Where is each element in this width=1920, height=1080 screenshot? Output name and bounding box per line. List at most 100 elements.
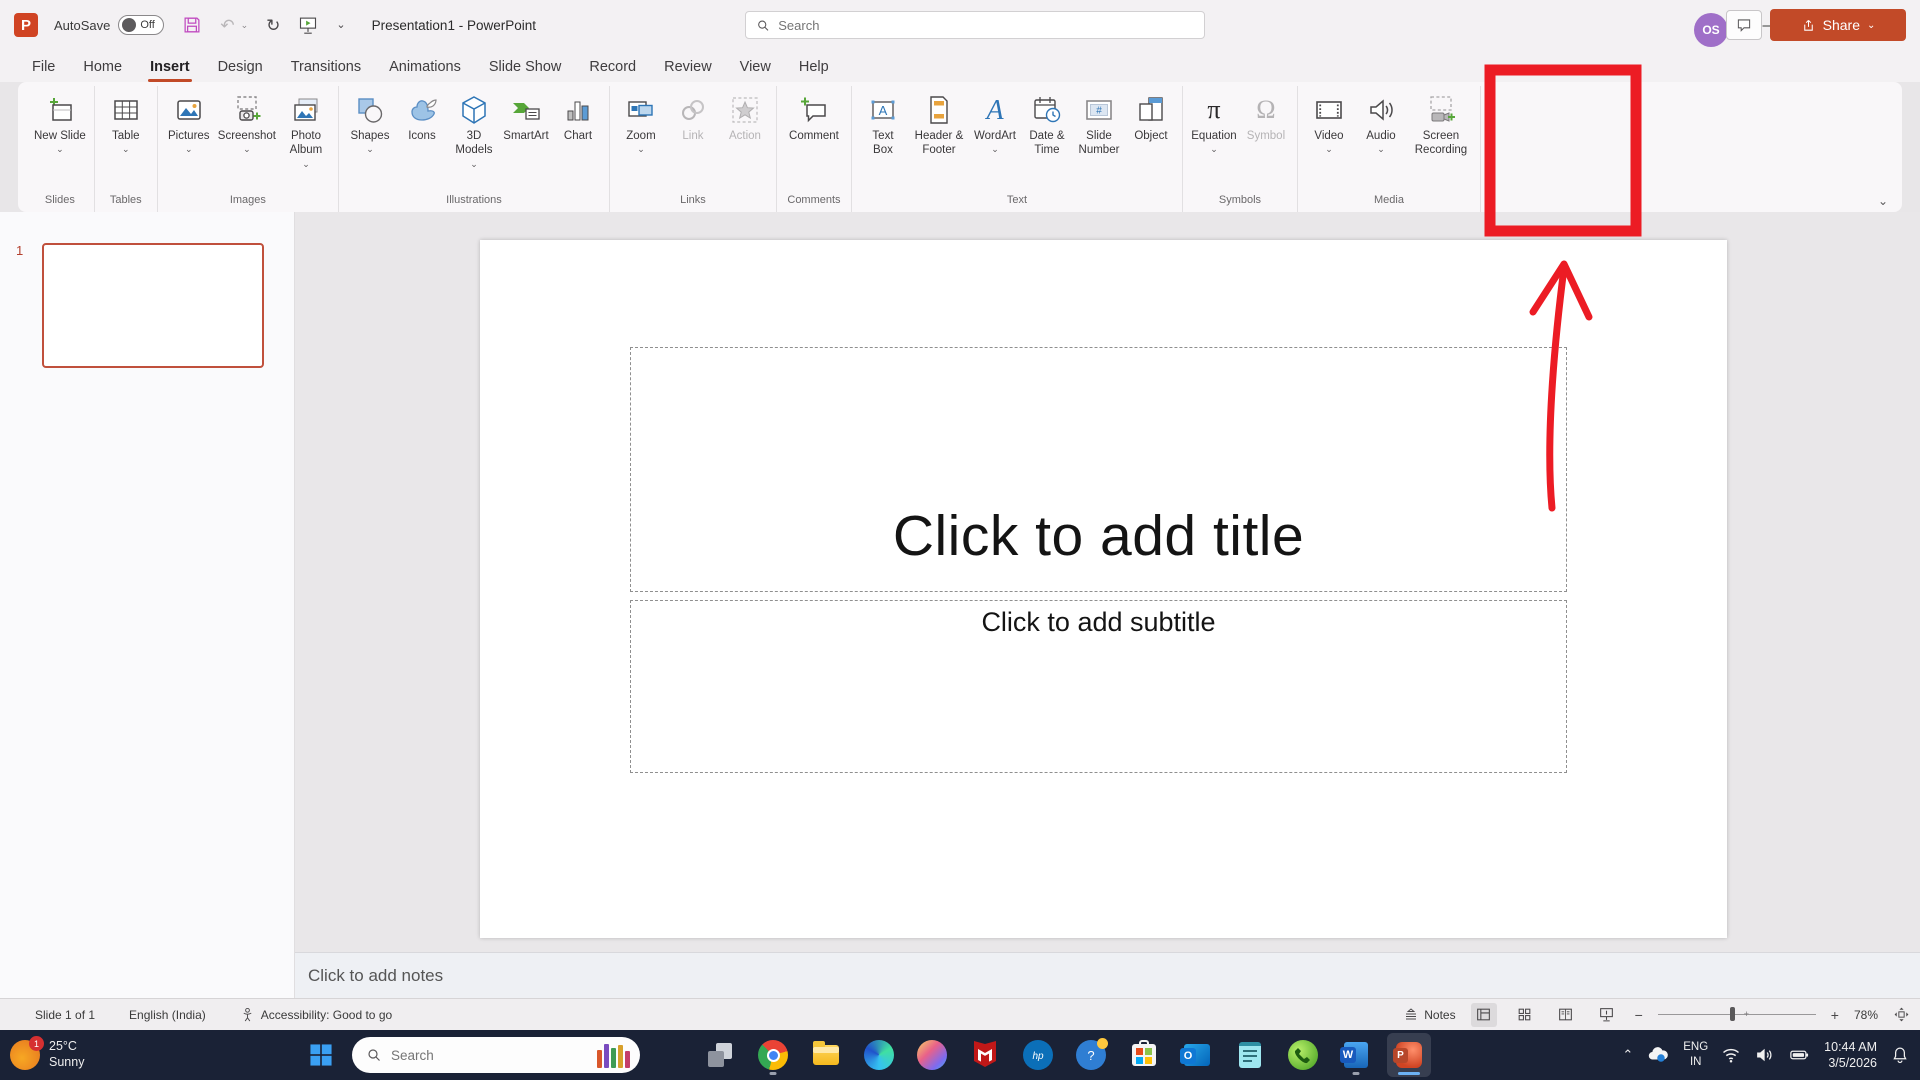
clock[interactable]: 10:44 AM 3/5/2026: [1824, 1039, 1877, 1072]
outlook-button[interactable]: O: [1175, 1033, 1219, 1077]
new-slide-button[interactable]: New Slide ⌄: [31, 86, 89, 156]
svg-text:hp: hp: [1032, 1051, 1044, 1062]
tab-insert[interactable]: Insert: [136, 52, 204, 82]
tab-help[interactable]: Help: [785, 52, 843, 82]
weather-widget[interactable]: 1 25°C Sunny: [10, 1036, 84, 1070]
tab-animations[interactable]: Animations: [375, 52, 475, 82]
icons-button[interactable]: Icons: [396, 86, 448, 143]
table-button[interactable]: Table ⌄: [100, 86, 152, 156]
equation-button[interactable]: π Equation ⌄: [1188, 86, 1240, 156]
notifications-icon[interactable]: [1890, 1045, 1910, 1065]
chart-icon: [562, 94, 594, 126]
screenshot-button[interactable]: Screenshot ⌄: [215, 86, 279, 156]
reading-view-button[interactable]: [1553, 1003, 1579, 1027]
share-chevron-icon: ⌄: [1866, 19, 1876, 31]
zoom-button[interactable]: Zoom ⌄: [615, 86, 667, 156]
tab-transitions[interactable]: Transitions: [277, 52, 375, 82]
redo-icon[interactable]: ↻: [266, 17, 280, 34]
smartart-button[interactable]: SmartArt: [500, 86, 552, 143]
audio-button[interactable]: Audio ⌄: [1355, 86, 1407, 156]
zoom-in-button[interactable]: +: [1831, 1007, 1839, 1023]
microsoft-store-button[interactable]: [1122, 1033, 1166, 1077]
hidden-icons-chevron[interactable]: ⌃: [1622, 1047, 1633, 1063]
language-status[interactable]: English (India): [129, 1008, 206, 1022]
zoom-slider[interactable]: +: [1657, 1007, 1816, 1021]
tab-slide-show[interactable]: Slide Show: [475, 52, 576, 82]
fit-slide-to-window-icon[interactable]: [1893, 1006, 1910, 1023]
title-placeholder[interactable]: Click to add title: [630, 347, 1567, 592]
screen-recording-button[interactable]: Screen Recording: [1407, 86, 1475, 158]
share-button[interactable]: Share ⌄: [1770, 9, 1906, 41]
slide-thumbnail[interactable]: [42, 243, 264, 368]
undo-dropdown-icon[interactable]: ⌄: [241, 20, 249, 31]
undo-icon[interactable]: ↶: [220, 17, 234, 34]
tab-design[interactable]: Design: [204, 52, 277, 82]
mcafee-button[interactable]: [963, 1033, 1007, 1077]
shapes-button[interactable]: Shapes ⌄: [344, 86, 396, 156]
ribbon-group-comments: Comment Comments: [777, 86, 852, 212]
normal-view-button[interactable]: [1470, 1002, 1497, 1027]
photo-album-button[interactable]: Photo Album ⌄: [279, 86, 333, 170]
pictures-button[interactable]: Pictures ⌄: [163, 86, 215, 156]
comments-button[interactable]: [1726, 10, 1762, 40]
powerpoint-button[interactable]: P: [1387, 1033, 1431, 1077]
3d-models-button[interactable]: 3D Models ⌄: [448, 86, 500, 170]
share-icon: [1801, 18, 1816, 33]
chart-button[interactable]: Chart: [552, 86, 604, 143]
collapse-ribbon-icon[interactable]: ⌄: [1878, 194, 1888, 208]
comment-button[interactable]: Comment: [782, 86, 846, 143]
wordart-button[interactable]: WordArt ⌄: [969, 86, 1021, 156]
zoom-slider-thumb[interactable]: [1729, 1007, 1735, 1021]
zoom-level[interactable]: 78%: [1854, 1008, 1878, 1022]
notepad-button[interactable]: [1228, 1033, 1272, 1077]
slide-show-button[interactable]: [1594, 1003, 1620, 1027]
word-button[interactable]: W: [1334, 1033, 1378, 1077]
edge-button[interactable]: [857, 1033, 901, 1077]
get-help-button[interactable]: ?: [1069, 1033, 1113, 1077]
accessibility-status[interactable]: Accessibility: Good to go: [240, 1007, 392, 1022]
dropdown-chevron-icon: ⌄: [991, 144, 999, 155]
tab-home[interactable]: Home: [69, 52, 136, 82]
object-button[interactable]: Object: [1125, 86, 1177, 143]
start-slideshow-icon[interactable]: [298, 15, 318, 35]
subtitle-placeholder[interactable]: Click to add subtitle: [630, 600, 1567, 773]
text-box-button[interactable]: Text Box: [857, 86, 909, 158]
hp-button[interactable]: hp: [1016, 1033, 1060, 1077]
notes-toggle-button[interactable]: Notes: [1403, 1007, 1456, 1023]
tab-file[interactable]: File: [18, 52, 69, 82]
autosave-toggle[interactable]: Off: [118, 15, 165, 35]
slide-sorter-view-button[interactable]: [1512, 1003, 1538, 1027]
save-icon[interactable]: [182, 15, 202, 35]
group-label-comments: Comments: [787, 194, 841, 206]
avatar[interactable]: OS: [1694, 13, 1728, 47]
text-box-icon: [867, 94, 899, 126]
language-switcher[interactable]: ENG IN: [1683, 1040, 1708, 1070]
tab-review[interactable]: Review: [650, 52, 726, 82]
tab-view[interactable]: View: [726, 52, 785, 82]
chrome-button[interactable]: [751, 1033, 795, 1077]
taskbar-search-input[interactable]: [391, 1047, 561, 1063]
task-view-button[interactable]: [698, 1033, 742, 1077]
titlebar-search[interactable]: [745, 11, 1205, 39]
qat-overflow-icon[interactable]: ⌄: [336, 19, 345, 31]
battery-icon[interactable]: [1787, 1045, 1811, 1065]
table-icon: [110, 94, 142, 126]
search-input[interactable]: [778, 17, 1194, 33]
date-time-button[interactable]: Date & Time: [1021, 86, 1073, 158]
tab-record[interactable]: Record: [575, 52, 650, 82]
slide-number-button[interactable]: Slide Number: [1073, 86, 1125, 158]
video-button[interactable]: Video ⌄: [1303, 86, 1355, 156]
start-button[interactable]: [305, 1039, 337, 1071]
taskbar-search[interactable]: [352, 1037, 640, 1073]
zoom-out-button[interactable]: −: [1635, 1007, 1643, 1023]
onedrive-icon[interactable]: [1646, 1043, 1670, 1067]
wifi-icon[interactable]: [1721, 1045, 1741, 1065]
header-footer-button[interactable]: Header & Footer: [909, 86, 969, 158]
volume-icon[interactable]: [1754, 1045, 1774, 1065]
ribbon-group-media: Video ⌄ Audio ⌄ Screen Recording Media: [1298, 86, 1481, 212]
copilot-button[interactable]: [910, 1033, 954, 1077]
phone-link-button[interactable]: [1281, 1033, 1325, 1077]
powerpoint-logo-icon[interactable]: P: [14, 13, 38, 37]
file-explorer-button[interactable]: [804, 1033, 848, 1077]
notes-pane[interactable]: Click to add notes: [295, 952, 1920, 998]
